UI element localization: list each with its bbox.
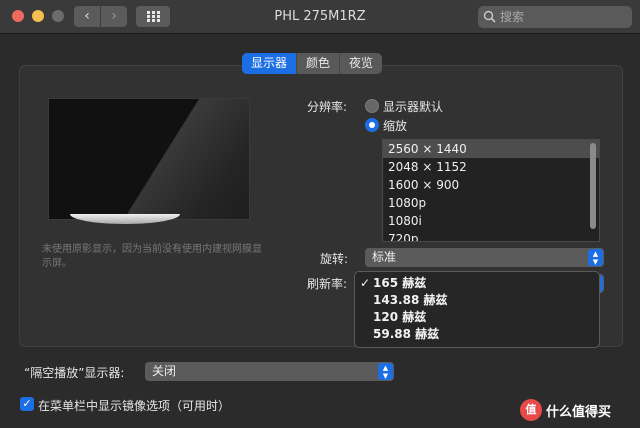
- chevron-right-icon: ›: [111, 8, 117, 24]
- rotation-label: 旋转:: [320, 252, 349, 266]
- checkmark-icon: ✓: [360, 276, 371, 290]
- refresh-rate-option[interactable]: 59.88 赫兹: [355, 326, 599, 343]
- refresh-rate-label: 刷新率:: [307, 277, 348, 291]
- chevron-left-icon: ‹: [84, 8, 90, 24]
- search-icon: [483, 10, 496, 23]
- rotation-select[interactable]: 标准 ▲ ▼: [365, 248, 604, 267]
- resolution-default-label[interactable]: 显示器默认: [383, 98, 443, 115]
- close-window-button[interactable]: [12, 10, 24, 22]
- tab-display[interactable]: 显示器: [242, 53, 298, 74]
- window-title: PHL 275M1RZ: [274, 9, 366, 24]
- resolution-label: 分辨率:: [307, 100, 348, 114]
- refresh-rate-option[interactable]: ✓ 165 赫兹: [355, 275, 599, 292]
- resolution-scaled-label[interactable]: 缩放: [383, 117, 407, 134]
- tab-bar: 显示器 颜色 夜览: [242, 53, 383, 74]
- resolution-item[interactable]: 2560 × 1440: [383, 140, 599, 158]
- checkmark-icon: ✓: [22, 397, 32, 410]
- tab-night-shift[interactable]: 夜览: [340, 53, 382, 74]
- show-all-button[interactable]: [136, 6, 170, 27]
- mirror-options-label[interactable]: 在菜单栏中显示镜像选项（可用时）: [38, 397, 230, 414]
- monitor-screen: [48, 98, 250, 220]
- title-bar: ‹ › PHL 275M1RZ: [0, 0, 640, 34]
- updown-arrows-icon: ▲▼: [588, 249, 603, 266]
- refresh-rate-option[interactable]: 120 赫兹: [355, 309, 599, 326]
- resolution-scaled-radio[interactable]: [365, 118, 379, 132]
- resolution-default-radio[interactable]: [365, 99, 379, 113]
- mirror-options-checkbox[interactable]: ✓: [20, 397, 34, 411]
- watermark: 值 什么值得买: [520, 398, 632, 424]
- airplay-value: 关闭: [152, 364, 177, 378]
- forward-button[interactable]: ›: [101, 6, 127, 27]
- updown-arrows-icon: ▲▼: [378, 363, 393, 380]
- airplay-select[interactable]: 关闭 ▲ ▼: [145, 362, 394, 381]
- tab-color[interactable]: 颜色: [297, 53, 341, 74]
- resolution-list[interactable]: 2560 × 1440 2048 × 1152 1600 × 900 1080p…: [382, 139, 600, 242]
- refresh-rate-menu: ✓ 165 赫兹 143.88 赫兹 120 赫兹 59.88 赫兹: [354, 271, 600, 348]
- airplay-label: “隔空播放”显示器:: [24, 366, 125, 380]
- refresh-rate-option[interactable]: 143.88 赫兹: [355, 292, 599, 309]
- watermark-text: 什么值得买: [546, 405, 612, 420]
- resolution-item[interactable]: 2048 × 1152: [383, 158, 599, 176]
- resolution-item[interactable]: 720p: [383, 230, 599, 241]
- resolution-item[interactable]: 1080i: [383, 212, 599, 230]
- preview-note: 未使用原影显示，因为当前没有使用内建视网膜显示屏。: [42, 244, 262, 269]
- watermark-logo: 值: [520, 399, 542, 421]
- zoom-window-button[interactable]: [52, 10, 64, 22]
- resolution-item[interactable]: 1600 × 900: [383, 176, 599, 194]
- back-button[interactable]: ‹: [74, 6, 100, 27]
- minimize-window-button[interactable]: [32, 10, 44, 22]
- search-input[interactable]: [500, 7, 624, 27]
- display-preview-image: [48, 98, 250, 220]
- resolution-item[interactable]: 1080p: [383, 194, 599, 212]
- rotation-value: 标准: [372, 250, 397, 264]
- search-field[interactable]: [478, 6, 632, 28]
- resolution-scrollbar[interactable]: [590, 143, 596, 229]
